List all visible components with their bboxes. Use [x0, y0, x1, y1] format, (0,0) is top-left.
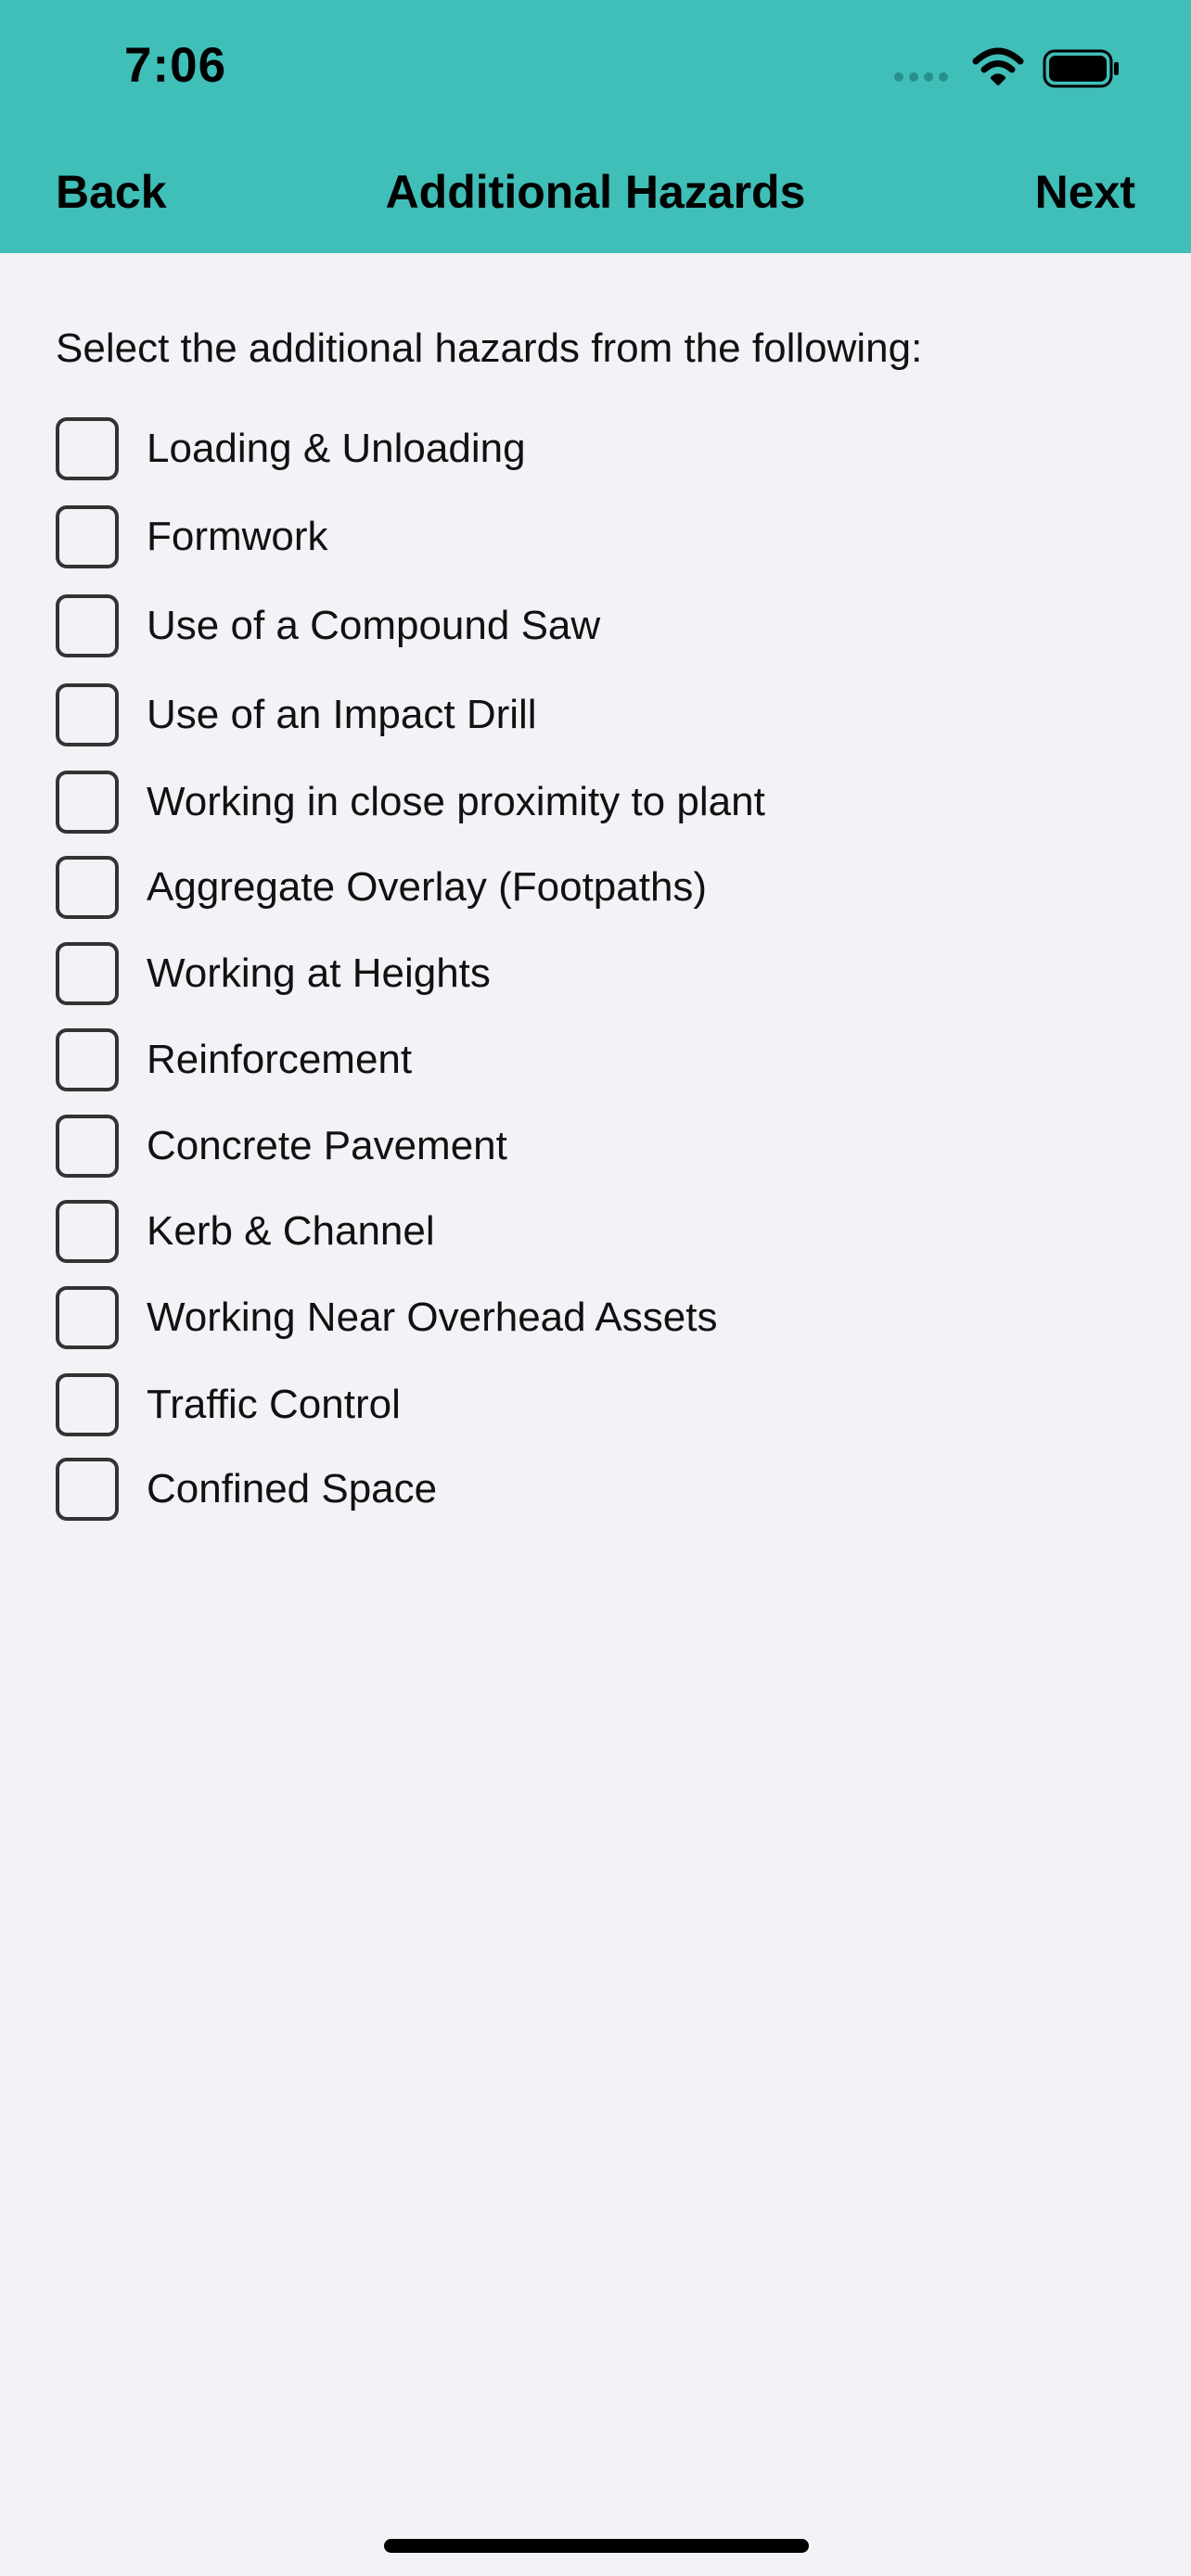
wifi-icon: [972, 47, 1024, 85]
hazard-label: Use of a Compound Saw: [147, 603, 601, 648]
hazard-item-reinforcement[interactable]: Reinforcement: [56, 1024, 1132, 1096]
hazard-label: Kerb & Channel: [147, 1208, 435, 1254]
hazard-checkbox[interactable]: [56, 1028, 119, 1091]
back-button[interactable]: Back: [56, 159, 167, 224]
hazard-label: Working in close proximity to plant: [147, 779, 765, 824]
instruction-text: Select the additional hazards from the f…: [56, 325, 923, 371]
hazard-checkbox[interactable]: [56, 505, 119, 568]
hazard-checkbox[interactable]: [56, 771, 119, 834]
hazard-checkbox[interactable]: [56, 1115, 119, 1178]
hazard-checkbox[interactable]: [56, 942, 119, 1005]
hazard-checkbox[interactable]: [56, 594, 119, 657]
hazard-item-kerb-channel[interactable]: Kerb & Channel: [56, 1195, 1132, 1268]
hazard-checkbox[interactable]: [56, 1286, 119, 1349]
hazard-label: Loading & Unloading: [147, 426, 526, 471]
hazard-item-confined-space[interactable]: Confined Space: [56, 1453, 1132, 1525]
battery-icon: [1043, 49, 1119, 88]
hazard-label: Concrete Pavement: [147, 1123, 507, 1168]
hazard-checkbox[interactable]: [56, 417, 119, 480]
hazard-label: Traffic Control: [147, 1382, 401, 1427]
hazard-item-impact-drill[interactable]: Use of an Impact Drill: [56, 679, 1132, 751]
signal-icon: [894, 72, 950, 83]
home-indicator[interactable]: [384, 2539, 809, 2553]
hazard-label: Working at Heights: [147, 950, 491, 996]
hazard-checkbox[interactable]: [56, 1373, 119, 1436]
hazard-item-concrete-pavement[interactable]: Concrete Pavement: [56, 1110, 1132, 1182]
status-time: 7:06: [124, 38, 227, 93]
hazard-item-aggregate-overlay[interactable]: Aggregate Overlay (Footpaths): [56, 851, 1132, 924]
hazard-checkbox[interactable]: [56, 683, 119, 746]
hazard-label: Reinforcement: [147, 1037, 413, 1082]
hazard-checkbox[interactable]: [56, 1200, 119, 1263]
hazard-item-loading-unloading[interactable]: Loading & Unloading: [56, 413, 1132, 485]
hazard-checkbox[interactable]: [56, 1458, 119, 1521]
hazard-item-compound-saw[interactable]: Use of a Compound Saw: [56, 590, 1132, 662]
page-title: Additional Hazards: [385, 166, 806, 218]
next-button[interactable]: Next: [1035, 159, 1135, 224]
hazard-item-working-at-heights[interactable]: Working at Heights: [56, 937, 1132, 1010]
hazard-label: Confined Space: [147, 1466, 438, 1511]
hazard-label: Working Near Overhead Assets: [147, 1294, 718, 1340]
hazard-label: Use of an Impact Drill: [147, 692, 537, 737]
hazard-item-traffic-control[interactable]: Traffic Control: [56, 1369, 1132, 1441]
hazard-item-proximity-to-plant[interactable]: Working in close proximity to plant: [56, 766, 1132, 838]
hazard-label: Aggregate Overlay (Footpaths): [147, 864, 708, 910]
hazard-checkbox[interactable]: [56, 856, 119, 919]
hazard-item-formwork[interactable]: Formwork: [56, 501, 1132, 573]
hazard-item-overhead-assets[interactable]: Working Near Overhead Assets: [56, 1282, 1132, 1354]
hazard-label: Formwork: [147, 514, 328, 559]
navigation-header: 7:06 Back Additional Hazards Next: [0, 0, 1191, 253]
